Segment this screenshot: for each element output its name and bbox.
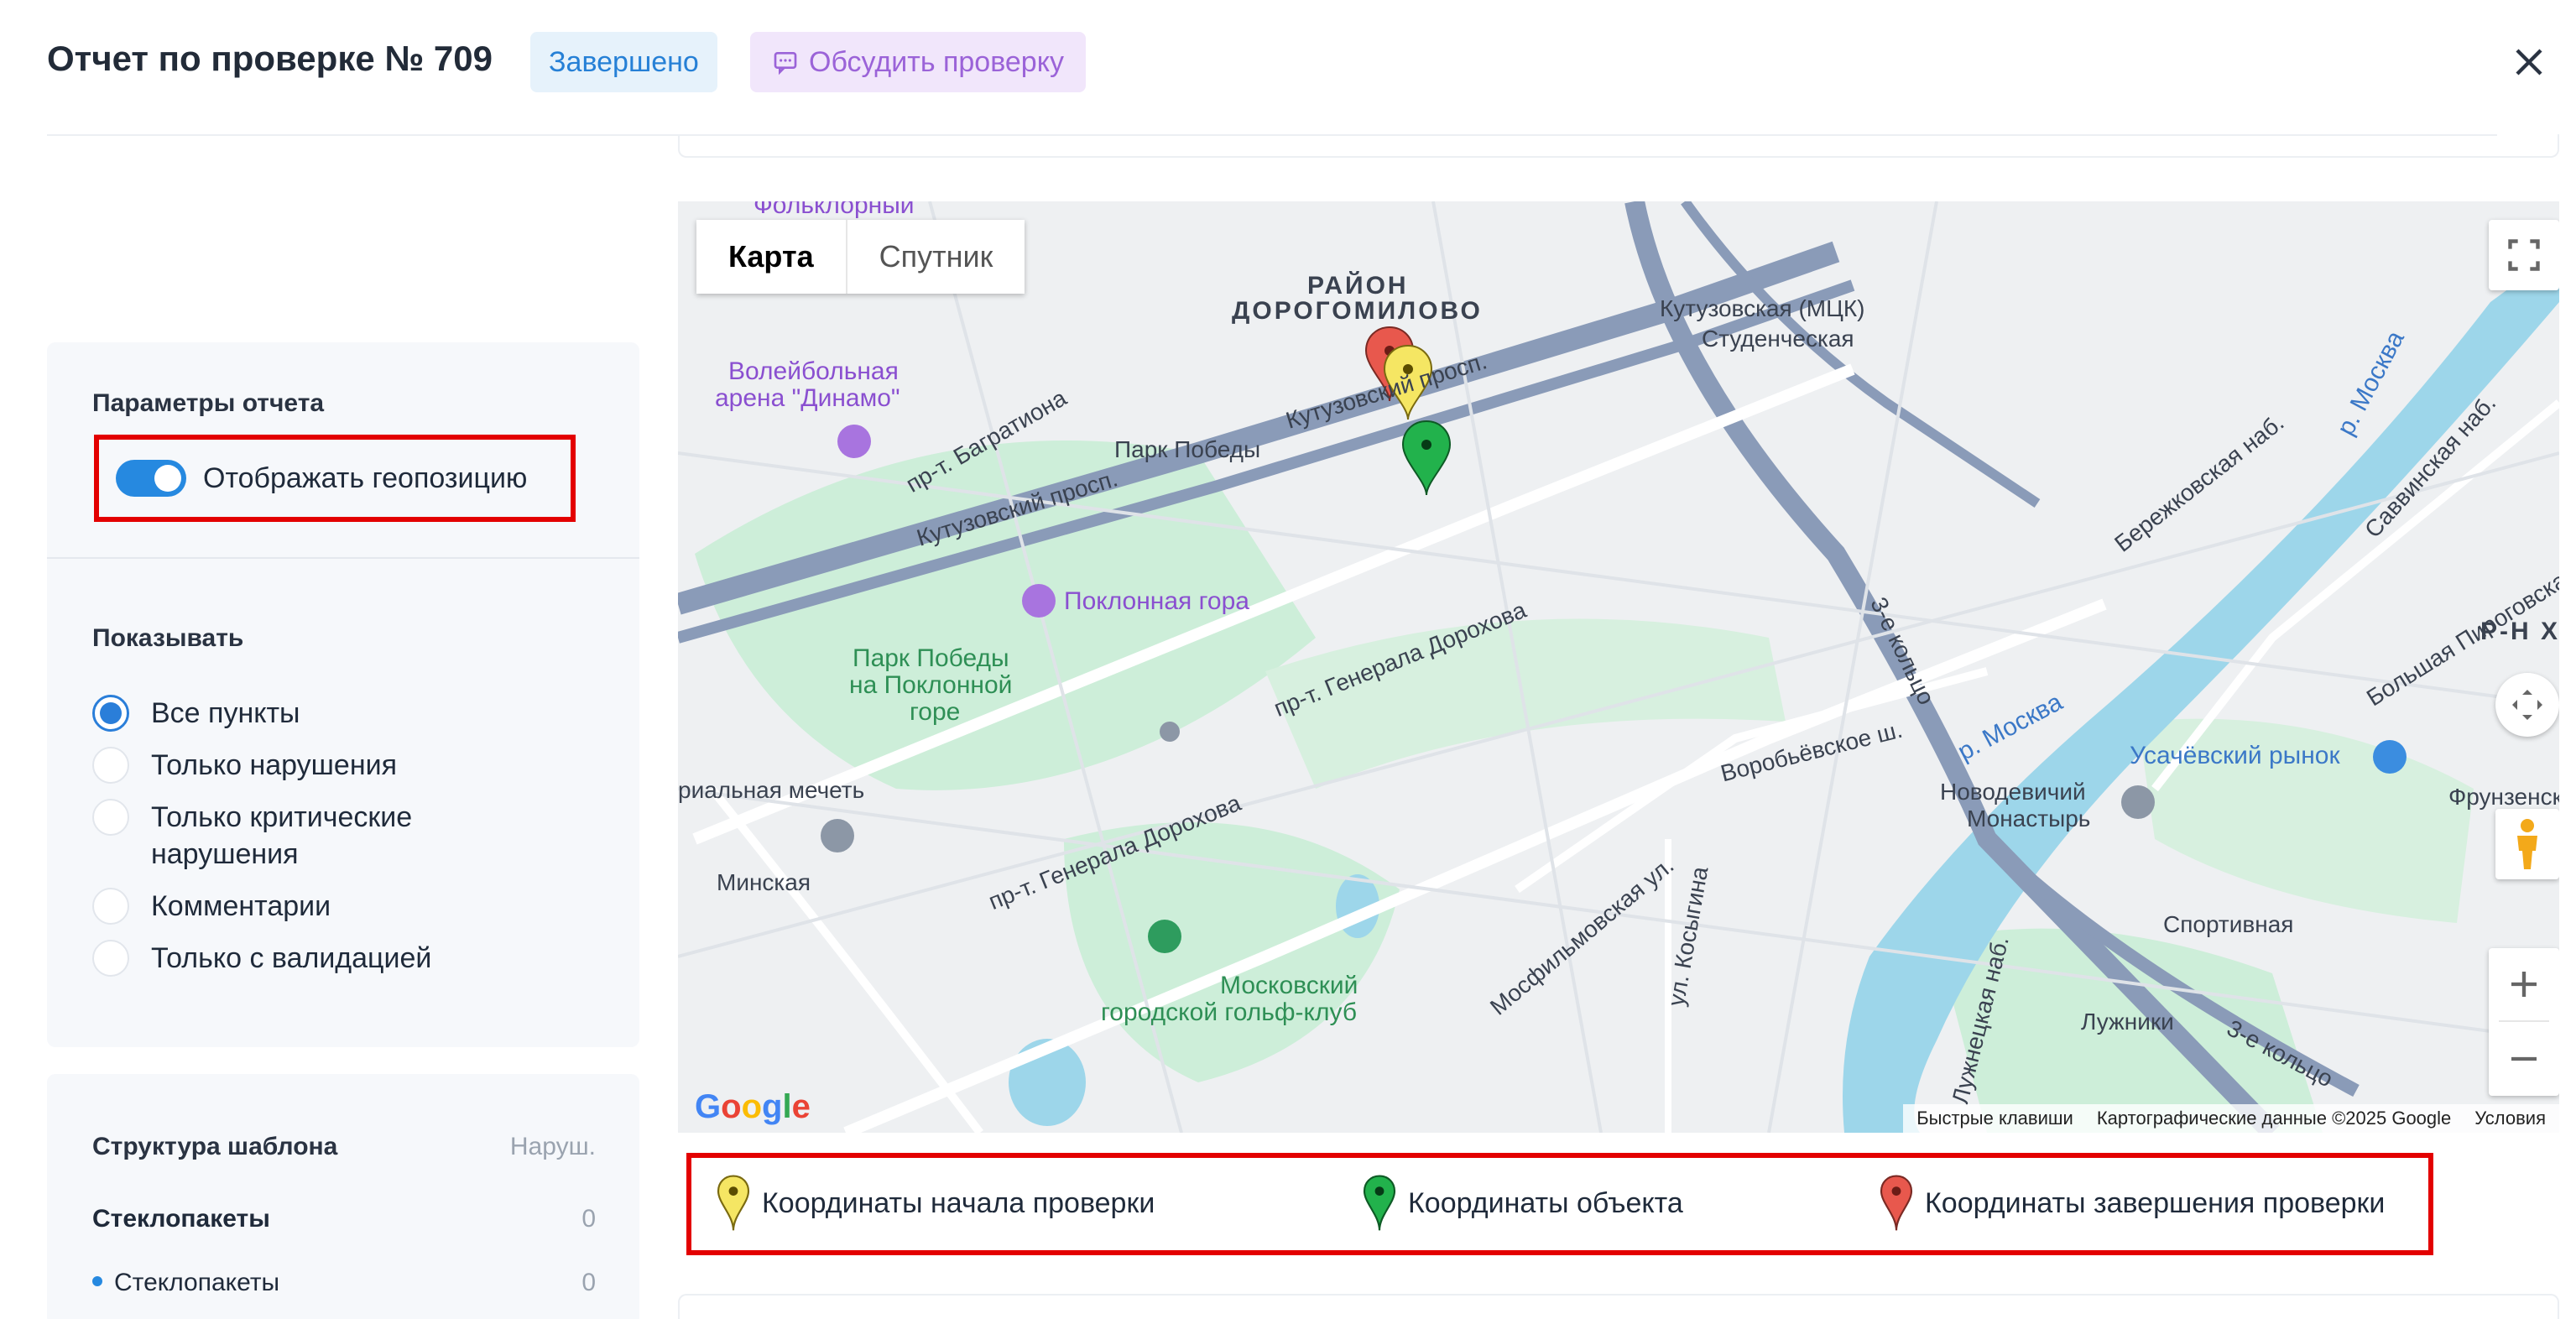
map-label-park: горе (910, 698, 961, 726)
map-attribution: Быстрые клавиши Картографические данные … (1903, 1104, 2559, 1133)
rotate-arrows-icon (2512, 690, 2542, 720)
map-label-golf: городской гольф-клуб (1101, 998, 1358, 1026)
fullscreen-icon (2508, 239, 2540, 271)
map-label-park: на Поклонной (849, 671, 1013, 699)
structure-group-row[interactable]: Стеклопакеты 0 (92, 1205, 596, 1233)
params-title: Параметры отчета (92, 389, 325, 417)
discuss-button[interactable]: Обсудить проверку (750, 32, 1086, 92)
previous-card (678, 134, 2559, 158)
close-icon[interactable] (2509, 42, 2549, 82)
legend-start-label: Координаты начала проверки (762, 1186, 1155, 1219)
radio-label: Комментарии (151, 890, 331, 922)
structure-item-row[interactable]: Стеклопакеты 0 (92, 1269, 596, 1297)
map-label-folk: Фольклорный (754, 201, 915, 219)
map-type-map-tab[interactable]: Карта (696, 220, 846, 294)
map-label-minskaya: Минская (717, 869, 811, 895)
map-label-frunzenskaya: Фрунзенск (2448, 784, 2559, 810)
geo-toggle-label: Отображать геопозицию (203, 461, 528, 494)
report-params-panel: Параметры отчета Отображать геопозицию П… (47, 342, 639, 1047)
map-type-satellite-tab[interactable]: Спутник (845, 220, 1025, 294)
map-label-arena: Волейбольная (728, 357, 899, 385)
show-title: Показывать (92, 624, 244, 652)
template-structure-panel: Структура шаблона Наруш. Стеклопакеты 0 … (47, 1074, 639, 1319)
chat-icon (774, 52, 797, 76)
geo-toggle-row[interactable]: Отображать геопозицию (94, 435, 576, 522)
map-label-arena: арена "Динамо" (715, 384, 900, 412)
terms-link[interactable]: Условия (2474, 1104, 2546, 1133)
plus-icon (2511, 972, 2537, 997)
show-option-comments[interactable]: Комментарии (92, 888, 613, 925)
radio-critical[interactable] (92, 799, 129, 836)
violations-column-label: Наруш. (509, 1133, 596, 1160)
map-label-poklonnaya: Поклонная гора (1064, 587, 1249, 615)
map-label-mosque: риальная мечеть (678, 777, 865, 803)
minus-icon (2511, 1056, 2537, 1061)
show-options: Все пункты Только нарушения Только крити… (92, 695, 613, 992)
radio-all[interactable] (92, 695, 129, 732)
radio-label: Только с валидацией (151, 942, 432, 974)
radio-label: Все пункты (151, 697, 300, 729)
map-label-novodevichy: Монастырь (1967, 805, 2091, 832)
radio-validation[interactable] (92, 940, 129, 977)
zoom-in-button[interactable] (2499, 948, 2549, 1022)
next-card (678, 1294, 2559, 1319)
show-option-all[interactable]: Все пункты (92, 695, 613, 732)
legend-end: Координаты завершения проверки (1878, 1173, 2385, 1233)
show-option-critical[interactable]: Только критические нарушения (92, 799, 613, 873)
legend-end-label: Координаты завершения проверки (1925, 1186, 2386, 1219)
structure-item: Стеклопакеты (92, 1269, 279, 1297)
structure-header: Структура шаблона Наруш. (92, 1133, 596, 1161)
map-label-park: Парк Победы (853, 644, 1009, 672)
legend-object-label: Координаты объекта (1408, 1186, 1683, 1219)
map-label-kutuzovskaya: Кутузовская (МЦК) (1660, 295, 1865, 321)
group-name: Стеклопакеты (92, 1205, 270, 1233)
map-label-golf: Московский (1220, 972, 1358, 999)
group-count: 0 (581, 1205, 596, 1233)
pegman-icon (2517, 819, 2537, 869)
map-label-studencheskaya: Студенческая (1702, 326, 1854, 352)
geo-toggle-switch[interactable] (116, 460, 186, 497)
discuss-label: Обсудить проверку (809, 46, 1064, 78)
green-pin-icon (1363, 1175, 1396, 1231)
status-badge: Завершено (530, 32, 717, 92)
map-label-sportivnaya: Спортивная (2163, 911, 2294, 937)
radio-comments[interactable] (92, 888, 129, 925)
google-logo: Google (695, 1088, 811, 1125)
map-label-district: РАЙОН (1307, 272, 1409, 300)
page-title: Отчет по проверке № 709 (47, 39, 493, 78)
zoom-out-button[interactable] (2507, 1022, 2541, 1096)
item-count: 0 (581, 1269, 596, 1296)
item-name: Стеклопакеты (114, 1269, 280, 1296)
map-label-novodevichy: Новодевичий (1940, 779, 2086, 805)
legend-object: Координаты объекта (1361, 1173, 1683, 1233)
keyboard-shortcuts-link[interactable]: Быстрые клавиши (1916, 1104, 2073, 1133)
radio-label: Только нарушения (151, 749, 398, 781)
map-data-credit: Картографические данные ©2025 Google (2096, 1108, 2452, 1129)
radio-label: Только критические нарушения (151, 801, 413, 870)
bullet-dot (92, 1276, 102, 1287)
report-header: Отчет по проверке № 709 Завершено Обсуди… (0, 0, 2576, 136)
fullscreen-button[interactable] (2489, 220, 2559, 290)
map-label-usachevsky: Усачёвский рынок (2130, 742, 2340, 769)
map-label-park-pobedy-station: Парк Победы (1114, 436, 1261, 462)
structure-title: Структура шаблона (92, 1133, 338, 1160)
yellow-pin-icon (717, 1175, 750, 1231)
rotate-button[interactable] (2495, 673, 2559, 737)
panel-divider (47, 557, 639, 559)
show-option-validation[interactable]: Только с валидацией (92, 940, 613, 977)
map-legend: Координаты начала проверки Координаты об… (686, 1153, 2433, 1255)
show-option-violations[interactable]: Только нарушения (92, 747, 613, 784)
map-label-luzhniki: Лужники (2081, 1009, 2174, 1035)
map-label-district: ДОРОГОМИЛОВО (1232, 297, 1483, 325)
street-view-button[interactable] (2495, 809, 2559, 879)
radio-violations[interactable] (92, 747, 129, 784)
legend-start: Координаты начала проверки (715, 1173, 1155, 1233)
zoom-controls (2489, 948, 2559, 1096)
map-type-switcher: Карта Спутник (696, 220, 1025, 294)
red-pin-icon (1880, 1175, 1913, 1231)
map-view[interactable]: РАЙОН ДОРОГОМИЛОВО Фольклорный Волейболь… (678, 201, 2559, 1133)
